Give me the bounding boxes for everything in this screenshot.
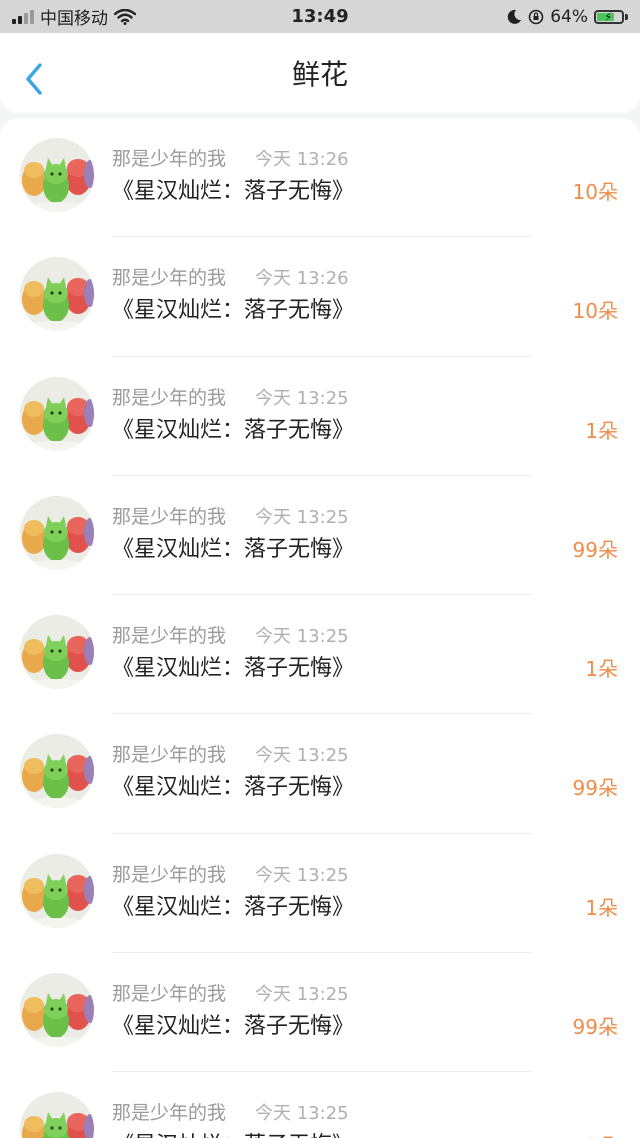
avatar[interactable] (20, 1092, 94, 1138)
flower-amount: 10朵 (572, 180, 618, 204)
list-item[interactable]: 那是少年的我 今天 13:25 《星汉灿烂：落子无悔》 99朵 (0, 953, 640, 1073)
user-name[interactable]: 那是少年的我 (112, 860, 226, 887)
avatar[interactable] (20, 138, 94, 212)
flower-amount: 99朵 (572, 776, 618, 801)
timestamp: 今天 13:25 (255, 864, 349, 886)
list-item[interactable]: 那是少年的我 今天 13:25 《星汉灿烂：落子无悔》 10朵 (0, 1072, 640, 1138)
status-right: 64% ⚡ (506, 7, 628, 27)
carrier-label: 中国移动 (40, 9, 108, 29)
list-item[interactable]: 那是少年的我 今天 13:25 《星汉灿烂：落子无悔》 1朵 (0, 595, 640, 715)
work-title: 《星汉灿烂：落子无悔》 (112, 656, 355, 682)
wifi-icon (114, 8, 136, 25)
list-item[interactable]: 那是少年的我 今天 13:25 《星汉灿烂：落子无悔》 99朵 (0, 476, 640, 596)
flower-amount: 99朵 (572, 1015, 618, 1040)
flower-amount: 1朵 (585, 418, 618, 443)
avatar[interactable] (20, 495, 94, 570)
signal-icon (12, 9, 34, 24)
orientation-lock-icon (528, 9, 544, 24)
work-title: 《星汉灿烂：落子无悔》 (112, 179, 355, 204)
user-name[interactable]: 那是少年的我 (112, 979, 226, 1006)
chevron-left-icon[interactable] (22, 61, 46, 97)
status-left: 中国移动 (12, 4, 136, 29)
work-title: 《星汉灿烂：落子无悔》 (112, 1014, 355, 1040)
list-item[interactable]: 那是少年的我 今天 13:25 《星汉灿烂：落子无悔》 1朵 (0, 357, 640, 476)
work-title: 《星汉灿烂：落子无悔》 (112, 775, 355, 801)
flower-amount: 99朵 (572, 537, 618, 562)
avatar[interactable] (20, 257, 94, 332)
timestamp: 今天 13:25 (255, 506, 349, 528)
timestamp: 今天 13:25 (255, 745, 349, 767)
avatar[interactable] (20, 973, 94, 1048)
page-title: 鲜花 (291, 58, 348, 91)
work-title: 《星汉灿烂：落子无悔》 (112, 894, 355, 920)
work-title: 《星汉灿烂：落子无悔》 (112, 1127, 354, 1138)
timestamp: 今天 13:25 (255, 984, 349, 1006)
flower-amount: 1朵 (585, 657, 618, 682)
nav-bar: 鲜花 (0, 33, 640, 113)
user-name[interactable]: 那是少年的我 (112, 740, 226, 767)
avatar[interactable] (20, 734, 94, 809)
list-item[interactable]: 那是少年的我 今天 13:25 《星汉灿烂：落子无悔》 99朵 (0, 714, 640, 834)
avatar[interactable] (20, 376, 94, 451)
battery-icon: ⚡ (594, 9, 628, 24)
work-title: 《星汉灿烂：落子无悔》 (112, 536, 355, 562)
flower-amount: 1朵 (585, 895, 618, 920)
moon-icon (507, 9, 522, 24)
user-name[interactable]: 那是少年的我 (112, 383, 226, 410)
battery-percent: 64% (550, 6, 588, 27)
timestamp: 今天 13:26 (255, 268, 349, 290)
timestamp: 今天 13:26 (255, 149, 349, 170)
flower-amount: 10朵 (572, 299, 618, 324)
status-bar: 中国移动 13:49 64% ⚡ (0, 0, 640, 33)
flower-amount: 10朵 (573, 1130, 618, 1138)
timestamp: 今天 13:25 (255, 387, 349, 409)
user-name[interactable]: 那是少年的我 (112, 263, 226, 290)
user-name[interactable]: 那是少年的我 (112, 621, 226, 648)
user-name[interactable]: 那是少年的我 (112, 1098, 226, 1125)
list-item[interactable]: 那是少年的我 今天 13:26 《星汉灿烂：落子无悔》 10朵 (0, 237, 640, 357)
avatar[interactable] (20, 615, 94, 690)
avatar[interactable] (20, 853, 94, 928)
work-title: 《星汉灿烂：落子无悔》 (112, 417, 355, 443)
timestamp: 今天 13:25 (255, 626, 349, 648)
timestamp: 今天 13:25 (255, 1103, 349, 1125)
list-item[interactable]: 那是少年的我 今天 13:26 《星汉灿烂：落子无悔》 10朵 (0, 118, 640, 238)
list-item[interactable]: 那是少年的我 今天 13:25 《星汉灿烂：落子无悔》 1朵 (0, 834, 640, 954)
user-name[interactable]: 那是少年的我 (112, 144, 226, 171)
flower-list: 那是少年的我 今天 13:26 《星汉灿烂：落子无悔》 10朵 那是少年的我 今… (0, 118, 640, 1138)
work-title: 《星汉灿烂：落子无悔》 (112, 298, 355, 324)
user-name[interactable]: 那是少年的我 (112, 502, 226, 529)
